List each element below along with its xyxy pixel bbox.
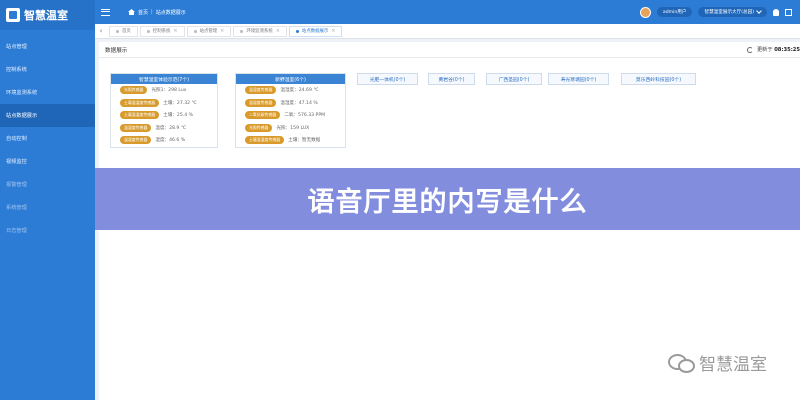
- watermark: 智慧温室: [668, 350, 767, 375]
- sensor-value: 光照：159 LUX: [276, 125, 310, 131]
- sensor-badge: 土壤温湿度传感器: [120, 111, 160, 120]
- tab-dot: [116, 29, 119, 33]
- top-bar: 首页 | 站点数据展示 admin用户 智慧温室展示大厅(总园): [95, 0, 800, 24]
- sensor-row: 温湿度传感器 温湿度：47.14 %: [236, 97, 345, 110]
- tab-label: 首页: [122, 29, 131, 34]
- sensor-row: 光照传感器 光照1：298 Lux: [111, 84, 217, 97]
- sensor-value: 湿度：46.6 %: [155, 138, 186, 144]
- sensor-value: 土壤：暂无数据: [288, 138, 321, 144]
- sensor-value: 温湿度：47.14 %: [280, 100, 318, 106]
- tab-label: 控制系统: [152, 29, 171, 34]
- breadcrumb-separator: |: [151, 9, 153, 15]
- sensor-badge: 光照传感器: [245, 123, 273, 132]
- sidebar-item-control-system[interactable]: 控制系统: [0, 58, 95, 81]
- tab-control-system[interactable]: 控制系统 ×: [139, 25, 185, 37]
- tab-dot: [295, 29, 299, 33]
- sensor-value: 土壤：27.32 ℃: [163, 100, 197, 106]
- content-header: 数据展示 更新于 08:35:25: [99, 42, 800, 58]
- sensor-value: 温湿度：24.69 ℃: [280, 88, 319, 94]
- site-card-collapsed[interactable]: 光肥一体机(0个): [357, 73, 418, 85]
- sensor-row: 光照传感器 光照：159 LUX: [236, 122, 345, 135]
- fullscreen-icon[interactable]: [785, 8, 792, 16]
- site-card-title: 新野温室(6个): [236, 74, 345, 84]
- chevron-down-icon: [756, 8, 762, 14]
- page-title: 数据展示: [105, 47, 128, 54]
- greenhouse-logo-icon: [6, 8, 20, 22]
- sensor-value: 光照1：298 Lux: [151, 88, 187, 94]
- sidebar-item-site-management[interactable]: 站点管理: [0, 35, 95, 58]
- site-card-title: 智慧温室体验示范(7个): [111, 74, 217, 84]
- headline-text: 语音厅里的内写是什么: [307, 186, 588, 218]
- refresh-icon[interactable]: [746, 46, 753, 53]
- site-selector[interactable]: 智慧温室展示大厅(总园): [698, 7, 767, 17]
- tab-home[interactable]: 首页: [109, 25, 138, 37]
- sidebar-item-data-display[interactable]: 站点数据展示: [0, 104, 95, 127]
- tab-environment-monitoring[interactable]: 环境监测系统 ×: [233, 25, 287, 37]
- sensor-row: 土壤温湿度传感器 土壤：27.32 ℃: [111, 97, 217, 110]
- sidebar-item-auto-control[interactable]: 自动控制: [0, 127, 95, 150]
- sidebar-item-alarm-management[interactable]: 报警管理: [0, 173, 95, 196]
- top-right-tools: admin用户 智慧温室展示大厅(总园): [639, 6, 792, 18]
- avatar[interactable]: [639, 6, 651, 18]
- app-logo[interactable]: 智慧温室: [0, 0, 95, 30]
- tab-data-display[interactable]: 站点数据展示 ×: [288, 25, 343, 37]
- tab-dot: [193, 29, 197, 33]
- sensor-row: 土壤温湿度传感器 土壤：暂无数据: [236, 134, 345, 147]
- tab-site-management[interactable]: 站点管理 ×: [186, 25, 232, 37]
- tab-scroll-left-icon[interactable]: ‹: [95, 24, 107, 39]
- sensor-row: 土壤温湿度传感器 土壤：25.4 %: [111, 109, 217, 122]
- close-icon[interactable]: ×: [173, 28, 177, 34]
- sensor-badge: 二氧化碳传感器: [245, 111, 281, 120]
- logo-text: 智慧温室: [24, 9, 68, 22]
- sensor-value: 温度：28.9 ℃: [155, 125, 186, 131]
- sensor-row: 温湿度传感器 温湿度：24.69 ℃: [236, 84, 345, 97]
- menu-toggle-icon[interactable]: [101, 8, 110, 16]
- sidebar-item-system-management[interactable]: 系统管理: [0, 196, 95, 219]
- close-icon[interactable]: ×: [276, 28, 280, 34]
- sensor-badge: 温湿度传感器: [120, 136, 152, 145]
- sidebar: 智慧温室 站点管理 控制系统 环境监测系统 站点数据展示 自动控制 视频监控 报…: [0, 0, 95, 400]
- sidebar-item-log-management[interactable]: 日志管理: [0, 219, 95, 242]
- tab-dot: [240, 29, 244, 33]
- sensor-badge: 土壤温湿度传感器: [120, 98, 160, 107]
- breadcrumb: 首页 | 站点数据展示: [128, 9, 186, 16]
- tab-bar: ‹ 首页 控制系统 × 站点管理 × 环境监测系统 × 站点数据展示 ×: [95, 24, 800, 39]
- sensor-badge: 温湿度传感器: [245, 86, 277, 95]
- site-card-collapsed[interactable]: 广西圣园(0个): [486, 73, 542, 85]
- site-card-collapsed[interactable]: 寿光寒塘园(0个): [548, 73, 609, 85]
- sidebar-item-environment-monitoring[interactable]: 环境监测系统: [0, 81, 95, 104]
- clock-time: 08:35:25: [774, 47, 800, 53]
- sensor-value: 二氧：576.33 PPM: [284, 113, 326, 119]
- site-card-collapsed[interactable]: 黄岩谷(0个): [428, 73, 475, 85]
- sensor-badge: 光照传感器: [120, 86, 148, 95]
- watermark-text: 智慧温室: [699, 355, 767, 375]
- tab-label: 环境监测系统: [246, 29, 273, 34]
- site-card[interactable]: 智慧温室体验示范(7个) 光照传感器 光照1：298 Lux 土壤温湿度传感器 土壤…: [110, 73, 218, 148]
- close-icon[interactable]: ×: [220, 28, 224, 34]
- sensor-badge: 土壤温湿度传感器: [245, 136, 285, 145]
- sensor-row: 二氧化碳传感器 二氧：576.33 PPM: [236, 109, 345, 122]
- tab-dot: [146, 29, 150, 33]
- sidebar-item-video-monitoring[interactable]: 视频监控: [0, 150, 95, 173]
- close-icon[interactable]: ×: [331, 28, 335, 34]
- sensor-row: 温湿度传感器 温度：28.9 ℃: [111, 122, 217, 135]
- site-selector-value: 智慧温室展示大厅(总园): [704, 10, 754, 15]
- sensor-value: 土壤：25.4 %: [163, 113, 193, 119]
- site-card-collapsed[interactable]: 莫乐西岭科技园(0个): [621, 73, 696, 85]
- tab-label: 站点管理: [199, 29, 218, 34]
- home-icon: [128, 9, 135, 15]
- headline-banner: 语音厅里的内写是什么: [95, 168, 800, 230]
- sensor-row: 温湿度传感器 湿度：46.6 %: [111, 134, 217, 147]
- tab-label: 站点数据展示: [301, 29, 329, 34]
- sensor-badge: 温湿度传感器: [120, 123, 152, 132]
- chat-bubbles-icon: [668, 353, 695, 373]
- site-card[interactable]: 新野温室(6个) 温湿度传感器 温湿度：24.69 ℃ 温湿度传感器 温湿度：47.…: [235, 73, 346, 148]
- clock: 更新于 08:35:25: [756, 47, 800, 53]
- sensor-badge: 温湿度传感器: [245, 98, 277, 107]
- notification-bell-icon[interactable]: [773, 8, 779, 16]
- breadcrumb-current: 站点数据展示: [155, 9, 186, 16]
- breadcrumb-home[interactable]: 首页: [138, 9, 148, 16]
- user-name[interactable]: admin用户: [656, 7, 693, 17]
